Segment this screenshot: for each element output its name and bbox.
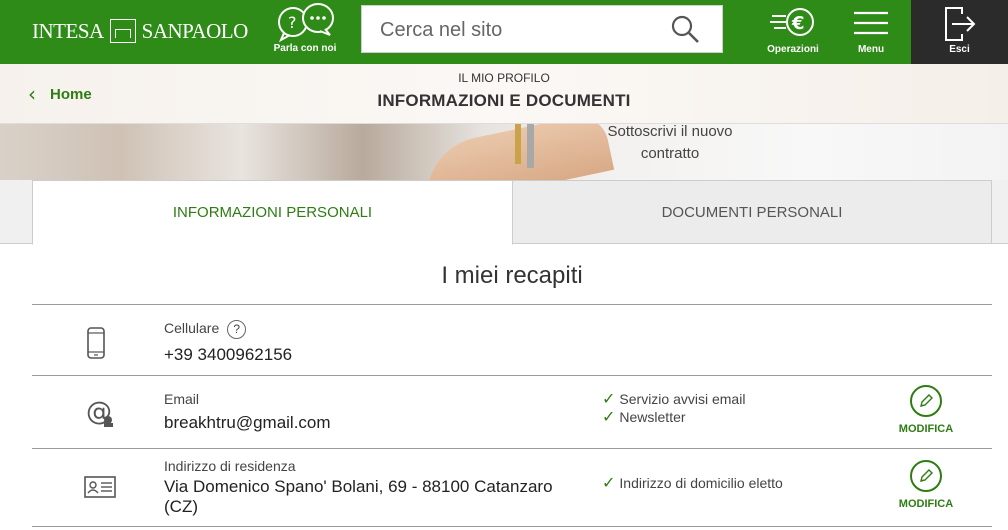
chat-button[interactable]: ? Parla con noi xyxy=(272,3,338,61)
exit-button[interactable]: Esci xyxy=(911,0,1008,64)
svg-text:?: ? xyxy=(288,13,297,32)
address-value-line1: Via Domenico Spano' Bolani, 69 - 88100 C… xyxy=(164,477,553,496)
check-email-alerts: ✓ Servizio avvisi email xyxy=(602,389,745,408)
top-bar: INTESA SANPAOLO ? Parla con noi € Oper xyxy=(0,0,1008,64)
checkmark-icon: ✓ xyxy=(602,389,616,408)
mobile-phone-icon xyxy=(87,327,105,359)
pencil-icon xyxy=(910,385,942,417)
mobile-value: +39 3400962156 xyxy=(164,345,293,364)
svg-text:€: € xyxy=(791,13,805,34)
banner-promo-text: Sottoscrivi il nuovo contratto xyxy=(580,124,760,165)
check-email-alerts-label: Servizio avvisi email xyxy=(619,390,746,407)
operations-label: Operazioni xyxy=(767,44,819,55)
page-title: INFORMAZIONI E DOCUMENTI xyxy=(377,91,631,110)
edit-address-button[interactable]: MODIFICA xyxy=(892,460,960,510)
pencil-icon xyxy=(910,460,942,492)
search-input[interactable] xyxy=(380,16,660,44)
euro-transfer-icon: € xyxy=(770,8,814,36)
tab-personal-documents[interactable]: DOCUMENTI PERSONALI xyxy=(513,180,992,244)
check-newsletter: ✓ Newsletter xyxy=(602,407,686,426)
section-title: I miei recapiti xyxy=(441,262,583,289)
banner-promo-line2: contratto xyxy=(640,145,700,162)
tab-personal-info[interactable]: INFORMAZIONI PERSONALI xyxy=(32,180,513,245)
address-label: Indirizzo di residenza xyxy=(164,458,296,474)
hamburger-icon xyxy=(854,11,888,35)
breadcrumb-section: IL MIO PROFILO xyxy=(458,71,550,85)
check-elected-domicile: ✓ Indirizzo di domicilio eletto xyxy=(602,473,783,492)
email-value: breakhtru@gmail.com xyxy=(164,413,331,432)
menu-button[interactable]: Menu xyxy=(840,0,902,64)
mobile-label-text: Cellulare xyxy=(164,320,220,337)
logo[interactable]: INTESA SANPAOLO xyxy=(32,17,248,45)
chat-label: Parla con noi xyxy=(273,43,337,54)
logo-text-right: SANPAOLO xyxy=(141,18,249,43)
list-item-email: @ Email breakhtru@gmail.com ✓ Servizio a… xyxy=(32,376,992,448)
check-elected-domicile-label: Indirizzo di domicilio eletto xyxy=(619,474,783,491)
keys-icon xyxy=(515,124,534,168)
promo-banner[interactable]: Sottoscrivi il nuovo contratto xyxy=(0,124,1008,181)
chat-bubbles-icon: ? xyxy=(278,3,334,43)
edit-address-label: MODIFICA xyxy=(898,498,954,510)
logo-mark-icon xyxy=(109,19,136,43)
id-card-icon xyxy=(84,476,116,498)
search-box xyxy=(361,5,723,53)
list-item-mobile: Cellulare? +39 3400962156 xyxy=(32,305,992,375)
list-item-address: Indirizzo di residenza Via Domenico Span… xyxy=(32,449,992,527)
page-header: ‹ Home IL MIO PROFILO INFORMAZIONI E DOC… xyxy=(0,64,1008,124)
email-label: Email xyxy=(164,391,200,407)
checkmark-icon: ✓ xyxy=(602,473,616,492)
menu-label: Menu xyxy=(857,44,885,55)
search-icon[interactable] xyxy=(670,14,700,44)
mobile-label: Cellulare? xyxy=(164,320,247,339)
divider xyxy=(32,526,992,527)
logout-icon xyxy=(944,7,975,41)
check-newsletter-label: Newsletter xyxy=(619,408,686,425)
email-at-icon: @ xyxy=(86,397,113,427)
edit-email-button[interactable]: MODIFICA xyxy=(892,385,960,435)
help-icon[interactable]: ? xyxy=(227,320,247,339)
edit-email-label: MODIFICA xyxy=(898,423,954,435)
exit-label: Esci xyxy=(949,44,970,55)
operations-button[interactable]: € Operazioni xyxy=(762,0,824,64)
address-value-line2: (CZ) xyxy=(164,497,198,516)
logo-text-left: INTESA xyxy=(32,18,104,43)
tab-bar: INFORMAZIONI PERSONALI DOCUMENTI PERSONA… xyxy=(0,180,1008,245)
banner-promo-line1: Sottoscrivi il nuovo xyxy=(607,124,733,140)
checkmark-icon: ✓ xyxy=(602,407,616,426)
